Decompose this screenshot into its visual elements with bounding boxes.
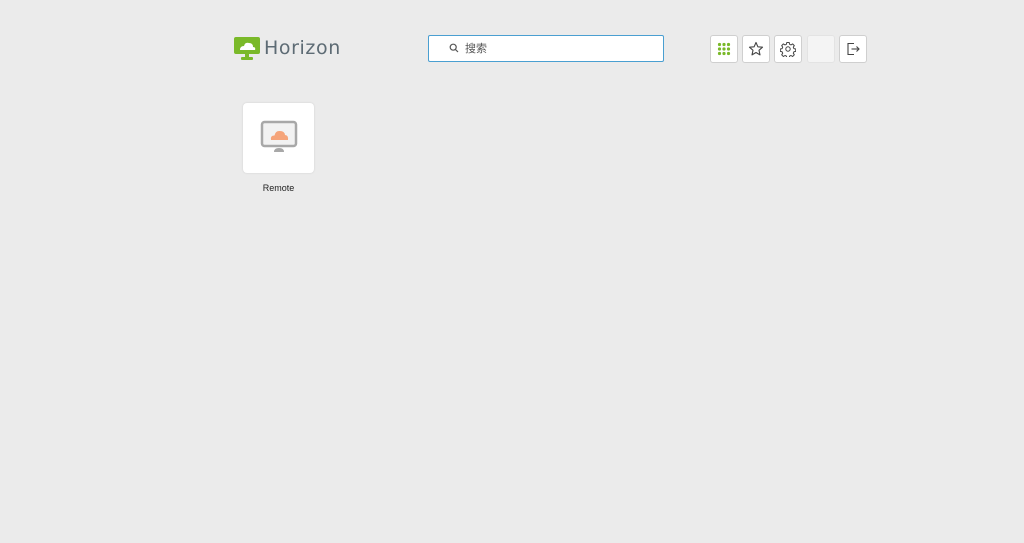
search-input[interactable]	[465, 39, 655, 58]
settings-button[interactable]	[774, 35, 802, 63]
search-box[interactable]	[428, 35, 664, 62]
logo-text: Horizon	[264, 37, 341, 59]
app-label-remote[interactable]: Remote	[238, 183, 319, 193]
star-icon	[748, 41, 764, 56]
gear-icon	[780, 42, 796, 57]
logout-button[interactable]	[839, 35, 867, 63]
desktop-cloud-icon	[260, 120, 297, 152]
logout-icon	[847, 42, 860, 56]
user-avatar-button[interactable]	[807, 35, 835, 63]
grid-icon	[717, 42, 731, 56]
horizon-logo-icon	[234, 37, 260, 60]
apps-button[interactable]	[710, 35, 738, 63]
search-icon	[449, 43, 459, 53]
app-tile-remote[interactable]	[243, 103, 314, 173]
horizon-logo: Horizon	[234, 35, 341, 61]
favorites-button[interactable]	[742, 35, 770, 63]
